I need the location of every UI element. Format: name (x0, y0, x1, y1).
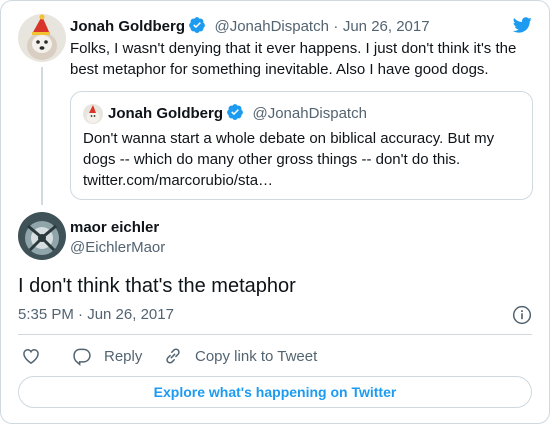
quoted-author-name: Jonah Goldberg (108, 105, 224, 122)
header-separator: · (333, 18, 339, 35)
link-icon (166, 348, 180, 364)
original-tweet-date[interactable]: Jun 26, 2017 (343, 18, 430, 35)
original-author-handle[interactable]: @JonahDispatch (214, 18, 328, 35)
explore-twitter-button[interactable]: Explore what's happening on Twitter (18, 376, 532, 408)
maor-eichler-avatar[interactable] (18, 212, 66, 260)
original-tweet-text: Folks, I wasn't denying that it ever hap… (70, 40, 517, 78)
tweet-embed-card: Jonah Goldberg @JonahDispatch · Jun 26, … (0, 0, 550, 424)
heart-icon (23, 348, 39, 364)
action-divider (18, 334, 532, 335)
reply-tweet-text: I don't think that's the metaphor (18, 275, 296, 297)
verified-badge-icon (226, 103, 244, 121)
quoted-tweet-card[interactable]: Jonah Goldberg @JonahDispatch Don't wann… (70, 91, 533, 200)
original-author-name[interactable]: Jonah Goldberg (70, 18, 185, 35)
copy-link-label: Copy link to Tweet (195, 347, 318, 365)
thread-connector-line (41, 67, 43, 205)
original-tweet-header: Jonah Goldberg @JonahDispatch · Jun 26, … (70, 16, 430, 36)
info-icon[interactable] (512, 305, 532, 325)
quoted-tweet-header: Jonah Goldberg @JonahDispatch (108, 103, 367, 123)
twitter-bird-icon[interactable] (510, 15, 534, 35)
quoted-author-avatar (83, 104, 103, 124)
reply-button[interactable]: Reply (72, 345, 142, 367)
reply-author-handle[interactable]: @EichlerMaor (70, 239, 165, 256)
jonah-goldberg-avatar[interactable] (18, 14, 66, 62)
like-button[interactable] (21, 345, 53, 367)
copy-link-button[interactable]: Copy link to Tweet (163, 345, 317, 367)
reply-author-name[interactable]: maor eichler (70, 219, 159, 236)
verified-badge-icon (188, 16, 206, 34)
quoted-author-handle: @JonahDispatch (252, 105, 367, 122)
quoted-tweet-text: Don't wanna start a whole debate on bibl… (83, 130, 495, 189)
reply-label: Reply (104, 347, 143, 365)
reply-icon (73, 348, 91, 366)
reply-timestamp[interactable]: 5:35 PM · Jun 26, 2017 (18, 306, 174, 323)
